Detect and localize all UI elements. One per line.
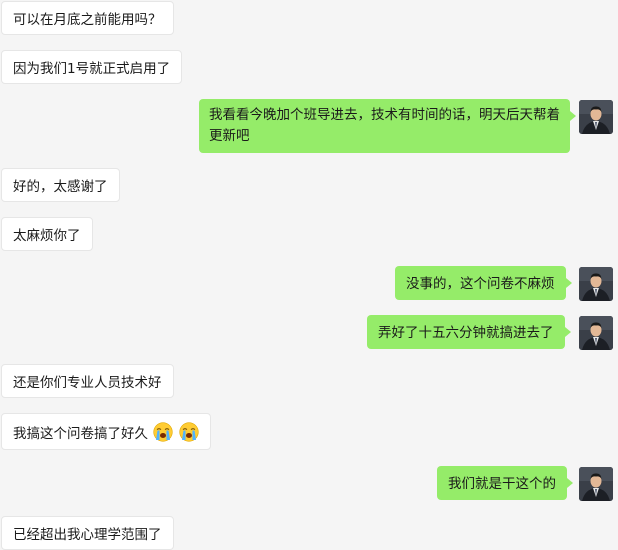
message-incoming[interactable]: 太麻烦你了 (1, 217, 93, 251)
avatar[interactable] (579, 467, 613, 501)
message-text: 我看看今晚加个班导进去，技术有时间的话，明天后天帮着更新吧 (209, 107, 560, 144)
message-incoming[interactable]: 我搞这个问卷搞了好久 (1, 413, 211, 450)
message-text: 太麻烦你了 (13, 228, 81, 244)
avatar[interactable] (579, 316, 613, 350)
message-text: 可以在月底之前能用吗？ (13, 12, 162, 28)
message-text: 还是你们专业人员技术好 (13, 375, 162, 391)
message-text: 我搞这个问卷搞了好久 (13, 426, 148, 442)
chat-message-list[interactable]: 可以在月底之前能用吗？ 因为我们1号就正式启用了 我看看今晚加个班导进去，技术有… (0, 0, 618, 550)
message-outgoing[interactable]: 我们就是干这个的 (437, 466, 573, 500)
message-incoming[interactable]: 可以在月底之前能用吗？ (1, 1, 174, 35)
message-outgoing[interactable]: 没事的，这个问卷不麻烦 (395, 266, 571, 300)
message-text: 好的，太感谢了 (13, 179, 108, 195)
message-incoming[interactable]: 已经超出我心理学范围了 (1, 516, 174, 550)
avatar[interactable] (579, 100, 613, 134)
message-incoming[interactable]: 好的，太感谢了 (1, 168, 120, 202)
avatar[interactable] (579, 267, 613, 301)
message-incoming[interactable]: 因为我们1号就正式启用了 (1, 50, 183, 84)
message-text: 因为我们1号就正式启用了 (13, 61, 171, 77)
message-incoming[interactable]: 还是你们专业人员技术好 (1, 364, 174, 398)
message-outgoing[interactable]: 我看看今晚加个班导进去，技术有时间的话，明天后天帮着更新吧 (199, 99, 576, 153)
message-text: 我们就是干这个的 (448, 476, 556, 492)
message-outgoing[interactable]: 弄好了十五六分钟就搞进去了 (367, 315, 570, 349)
message-text: 弄好了十五六分钟就搞进去了 (378, 325, 554, 341)
crying-face-icon (153, 422, 173, 442)
message-text: 没事的，这个问卷不麻烦 (406, 276, 555, 292)
crying-face-icon (178, 422, 199, 442)
